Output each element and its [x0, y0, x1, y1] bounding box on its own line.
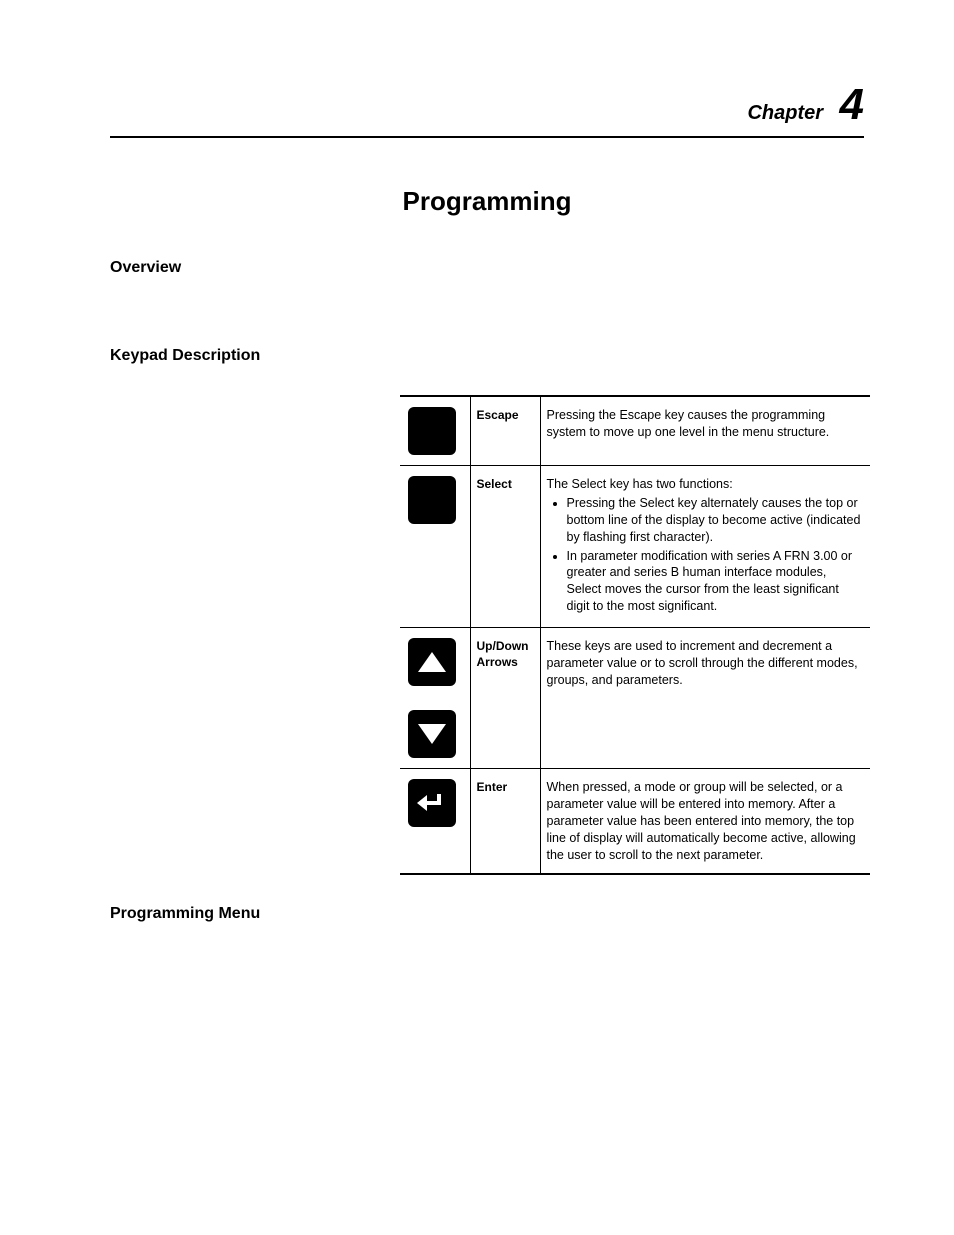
table-row: Escape Pressing the Escape key causes th… [400, 396, 870, 466]
chapter-number: 4 [840, 80, 864, 129]
key-description: These keys are used to increment and dec… [540, 628, 870, 769]
desc-text: The Select key has two functions: [547, 477, 733, 491]
enter-key-icon [408, 779, 456, 827]
section-keypad-heading: Keypad Description [110, 347, 864, 365]
list-item: Pressing the Select key alternately caus… [567, 495, 863, 546]
section-programming-menu-heading: Programming Menu [110, 905, 864, 923]
key-description: When pressed, a mode or group will be se… [540, 769, 870, 875]
table-row: Up/Down Arrows These keys are used to in… [400, 628, 870, 769]
table-row: Enter When pressed, a mode or group will… [400, 769, 870, 875]
key-description: Pressing the Escape key causes the progr… [540, 396, 870, 466]
key-name: Up/Down Arrows [470, 628, 540, 769]
down-arrow-key-icon [408, 710, 456, 758]
desc-text: Pressing the Escape key causes the progr… [547, 408, 830, 439]
chapter-header: Chapter 4 [110, 80, 864, 130]
document-page: Chapter 4 Programming Overview Keypad De… [0, 0, 954, 963]
table-row: Select The Select key has two functions:… [400, 466, 870, 628]
select-key-icon [408, 476, 456, 524]
key-icon-cell [400, 628, 470, 769]
chapter-label: Chapter [747, 102, 823, 124]
triangle-up-icon [418, 652, 446, 672]
key-description: The Select key has two functions: Pressi… [540, 466, 870, 628]
key-name: Select [470, 466, 540, 628]
escape-key-icon [408, 407, 456, 455]
triangle-down-icon [418, 724, 446, 744]
key-name: Escape [470, 396, 540, 466]
page-title: Programming [110, 186, 864, 217]
list-item: In parameter modification with series A … [567, 548, 863, 616]
keypad-table: Escape Pressing the Escape key causes th… [400, 395, 870, 875]
section-overview-heading: Overview [110, 259, 864, 277]
key-name: Enter [470, 769, 540, 875]
desc-bullets: Pressing the Select key alternately caus… [547, 495, 863, 615]
header-divider [110, 136, 864, 138]
enter-arrow-icon [417, 791, 447, 815]
desc-text: When pressed, a mode or group will be se… [547, 780, 856, 862]
key-icon-cell [400, 466, 470, 628]
desc-text: These keys are used to increment and dec… [547, 639, 858, 687]
up-arrow-key-icon [408, 638, 456, 686]
key-icon-cell [400, 769, 470, 875]
key-icon-cell [400, 396, 470, 466]
